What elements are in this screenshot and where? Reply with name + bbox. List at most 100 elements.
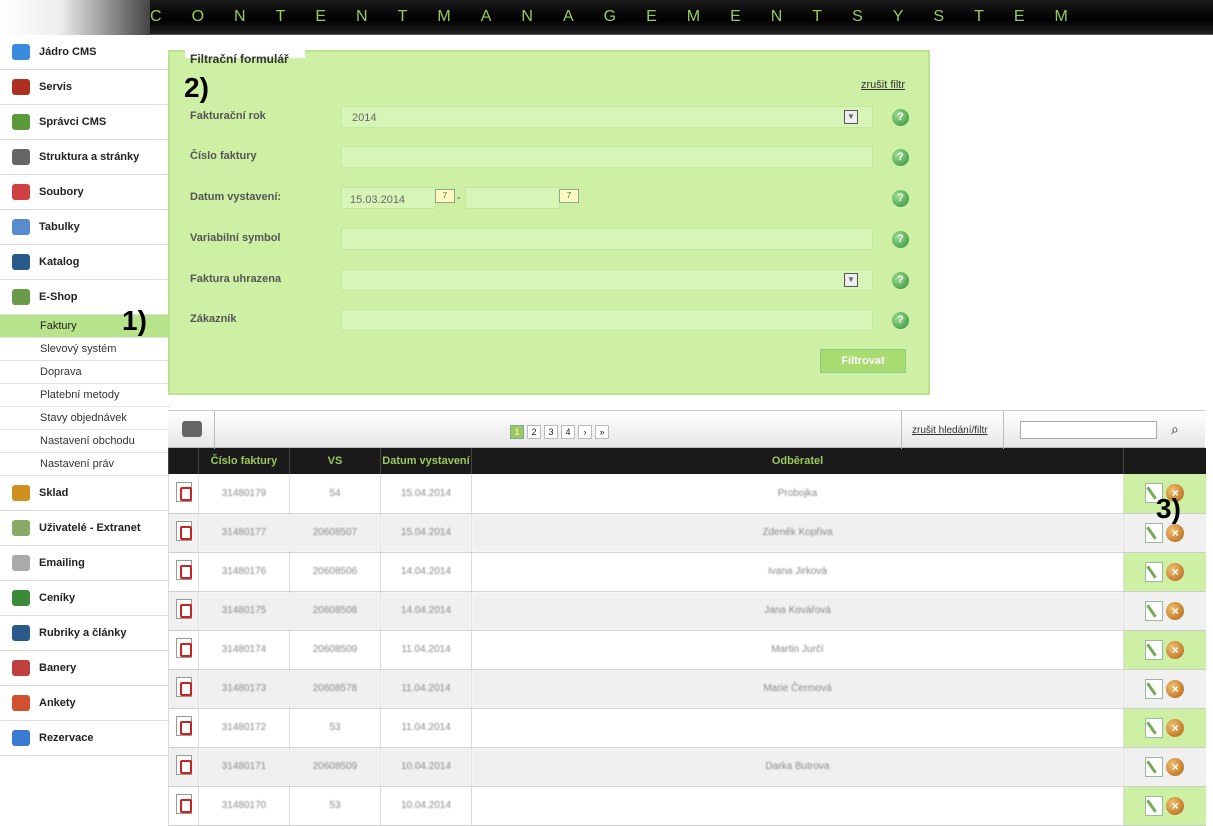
header-letter: M: [1054, 8, 1070, 25]
pdf-icon[interactable]: [175, 521, 192, 541]
cell-date: 11.04.2014: [380, 630, 472, 670]
calendar-icon[interactable]: 7: [559, 189, 579, 203]
cell-number: 31480177: [198, 513, 290, 553]
page-button[interactable]: 3: [544, 425, 558, 439]
grid-toolbar: 1 2 3 4 ›» zrušit hledání/filtr ⌕: [168, 410, 1205, 449]
sidebar-item[interactable]: Sklad: [0, 476, 170, 511]
number-input[interactable]: [341, 146, 873, 168]
sidebar-item-label: Sklad: [39, 487, 69, 499]
sidebar-item[interactable]: Rezervace: [0, 721, 170, 756]
pdf-icon[interactable]: [175, 638, 192, 658]
delete-icon[interactable]: ×: [1166, 679, 1185, 698]
pdf-cell: [168, 669, 199, 709]
pdf-icon[interactable]: [175, 599, 192, 619]
sidebar-item[interactable]: Emailing: [0, 546, 170, 581]
sidebar-subitem[interactable]: Nastavení obchodu: [0, 430, 170, 453]
customer-row: Zákazník ?: [190, 309, 910, 331]
sidebar-item[interactable]: Soubory: [0, 175, 170, 210]
search-input[interactable]: [1020, 421, 1157, 439]
clear-search-link[interactable]: zrušit hledání/filtr: [912, 425, 988, 436]
binoculars-icon[interactable]: ⌕: [1171, 421, 1179, 438]
date-to-input[interactable]: [465, 187, 560, 209]
delete-icon[interactable]: ×: [1166, 640, 1185, 659]
sidebar-subitem[interactable]: Stavy objednávek: [0, 407, 170, 430]
delete-icon[interactable]: ×: [1166, 562, 1185, 581]
edit-icon[interactable]: [1145, 522, 1164, 543]
sidebar-item-label: E-Shop: [39, 291, 78, 303]
sidebar-item[interactable]: Banery: [0, 651, 170, 686]
pdf-icon[interactable]: [175, 716, 192, 736]
calendar-icon[interactable]: 7: [435, 189, 455, 203]
edit-icon[interactable]: [1145, 600, 1164, 621]
edit-icon[interactable]: [1145, 717, 1164, 738]
header-letter: E: [315, 8, 329, 25]
help-icon[interactable]: ?: [892, 190, 909, 207]
page-button[interactable]: 1: [510, 425, 524, 439]
sidebar-subitem[interactable]: Doprava: [0, 361, 170, 384]
delete-icon[interactable]: ×: [1166, 796, 1185, 815]
edit-icon[interactable]: [1145, 678, 1164, 699]
help-icon[interactable]: ?: [892, 272, 909, 289]
sidebar-item[interactable]: Servis: [0, 70, 170, 105]
date-from-input[interactable]: 15.03.2014: [341, 187, 436, 209]
filter-button[interactable]: Filtrovat: [820, 349, 906, 373]
header-letter: O: [191, 8, 207, 25]
clear-filter-link[interactable]: zrušit filtr: [861, 79, 905, 91]
cell-vs: 20608509: [289, 747, 381, 787]
actions-cell: ×: [1123, 591, 1206, 631]
paid-row: Faktura uhrazena ▼ ?: [190, 269, 910, 291]
sidebar-item[interactable]: Uživatelé - Extranet: [0, 511, 170, 546]
sidebar-item[interactable]: Ankety: [0, 686, 170, 721]
edit-icon[interactable]: [1145, 561, 1164, 582]
sidebar-item[interactable]: Tabulky: [0, 210, 170, 245]
sidebar-item[interactable]: Ceníky: [0, 581, 170, 616]
paid-select[interactable]: ▼: [341, 269, 873, 291]
page-button[interactable]: 2: [527, 425, 541, 439]
vs-input[interactable]: [341, 228, 873, 250]
header-letter: T: [812, 8, 825, 25]
sidebar-item[interactable]: Správci CMS: [0, 105, 170, 140]
pdf-cell: [168, 630, 199, 670]
sidebar-item[interactable]: Katalog: [0, 245, 170, 280]
pdf-icon[interactable]: [175, 794, 192, 814]
year-select[interactable]: 2014 ▼: [341, 106, 873, 128]
delete-icon[interactable]: ×: [1166, 601, 1185, 620]
edit-icon[interactable]: [1145, 795, 1164, 816]
delete-icon[interactable]: ×: [1166, 523, 1185, 542]
sidebar-subitem[interactable]: Nastavení práv: [0, 453, 170, 476]
help-icon[interactable]: ?: [892, 109, 909, 126]
cell-vs: 54: [289, 474, 381, 514]
page-button[interactable]: 4: [561, 425, 575, 439]
sidebar-item[interactable]: Jádro CMS: [0, 35, 170, 70]
cell-number: 31480176: [198, 552, 290, 592]
edit-icon[interactable]: [1145, 639, 1164, 660]
date-separator: -: [457, 192, 461, 204]
pdf-icon[interactable]: [175, 755, 192, 775]
pdf-icon[interactable]: [175, 481, 192, 502]
print-icon[interactable]: [182, 421, 202, 437]
callout-3: 3): [1156, 493, 1181, 524]
delete-icon[interactable]: ×: [1166, 757, 1185, 776]
customer-label: Zákazník: [190, 313, 237, 325]
customer-input[interactable]: [341, 309, 873, 331]
page-button[interactable]: »: [595, 425, 609, 439]
pdf-icon[interactable]: [175, 560, 192, 580]
page-button[interactable]: ›: [578, 425, 592, 439]
pdf-icon[interactable]: [175, 677, 192, 697]
cell-customer: Martin Jurčí: [471, 630, 1124, 670]
divider: [901, 411, 902, 449]
callout-2: 2): [184, 72, 209, 103]
sidebar-item-label: Uživatelé - Extranet: [39, 522, 141, 534]
help-icon[interactable]: ?: [892, 149, 909, 166]
sidebar-item[interactable]: Rubriky a články: [0, 616, 170, 651]
header-letter: T: [275, 8, 288, 25]
pdf-cell: [168, 591, 199, 631]
sidebar-subitem[interactable]: Platební metody: [0, 384, 170, 407]
help-icon[interactable]: ?: [892, 231, 909, 248]
help-icon[interactable]: ?: [892, 312, 909, 329]
sidebar-item[interactable]: Struktura a stránky: [0, 140, 170, 175]
table-row: 31480176 20608506 14.04.2014 Ivana Jirková ×: [168, 552, 1206, 592]
delete-icon[interactable]: ×: [1166, 718, 1185, 737]
sidebar-subitem[interactable]: Slevový systém: [0, 338, 170, 361]
edit-icon[interactable]: [1145, 756, 1164, 777]
